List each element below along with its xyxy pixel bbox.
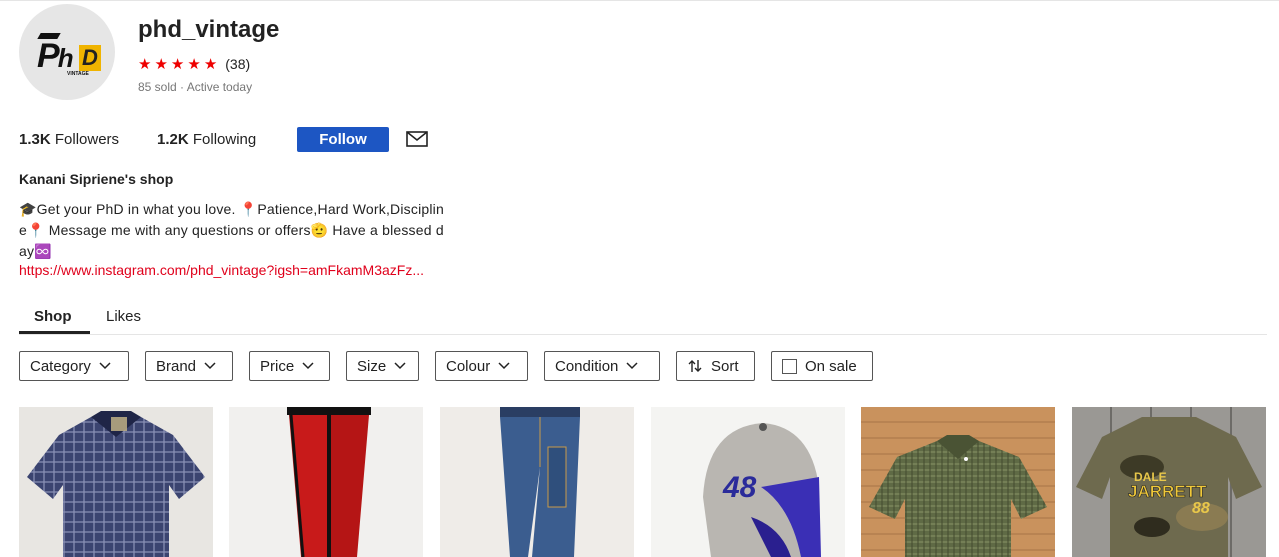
- on-sale-label: On sale: [805, 357, 857, 375]
- product-image: 48: [651, 407, 845, 557]
- product-48-racing-cap[interactable]: 48: [651, 407, 845, 557]
- product-dale-jarrett-camo-tee[interactable]: DALE JARRETT 88: [1072, 407, 1266, 557]
- tab-likes[interactable]: Likes: [106, 308, 141, 325]
- sort-icon: [688, 360, 702, 372]
- mail-icon[interactable]: [406, 131, 428, 147]
- star-icon: ★: [154, 56, 168, 73]
- follow-button[interactable]: Follow: [297, 127, 389, 152]
- sort-label: Sort: [711, 357, 739, 375]
- product-image: [440, 407, 634, 557]
- following-link[interactable]: 1.2K Following: [157, 131, 256, 148]
- star-icon: ★: [203, 56, 218, 73]
- chevron-down-icon: [498, 362, 510, 370]
- phd-logo: Ph D VINTAGE: [27, 27, 107, 77]
- followers-count: 1.3K: [19, 131, 51, 148]
- shop-tabs: Shop Likes: [19, 300, 1267, 335]
- chevron-down-icon: [394, 362, 406, 370]
- filter-size[interactable]: Size: [346, 351, 419, 381]
- filter-label: Brand: [156, 357, 197, 375]
- followers-label: Followers: [54, 131, 120, 148]
- on-sale-toggle[interactable]: On sale: [771, 351, 873, 381]
- shop-meta: 85 sold · Active today: [138, 80, 253, 94]
- shop-avatar[interactable]: Ph D VINTAGE: [19, 4, 115, 100]
- product-plaid-polo[interactable]: [19, 407, 213, 557]
- product-image: DALE JARRETT 88: [1072, 407, 1266, 557]
- filter-colour[interactable]: Colour: [435, 351, 528, 381]
- bio-line: e📍 Message me with any questions or offe…: [19, 222, 444, 238]
- filter-label: Category: [30, 357, 91, 375]
- chevron-down-icon: [302, 362, 314, 370]
- shop-bio: 🎓Get your PhD in what you love. 📍Patienc…: [19, 199, 519, 262]
- product-green-check-shirt[interactable]: [861, 407, 1055, 557]
- on-sale-checkbox[interactable]: [782, 358, 797, 374]
- bio-line: 🎓Get your PhD in what you love. 📍Patienc…: [19, 201, 444, 217]
- product-image: [861, 407, 1055, 557]
- product-carpenter-jeans[interactable]: [440, 407, 634, 557]
- tab-shop[interactable]: Shop: [34, 308, 72, 325]
- sort-button[interactable]: Sort: [676, 351, 755, 381]
- filter-label: Size: [357, 357, 387, 375]
- shop-username[interactable]: phd_vintage: [138, 16, 279, 44]
- product-red-track-pants[interactable]: [229, 407, 423, 557]
- rating-count: (38): [225, 56, 251, 72]
- product-image: [229, 407, 423, 557]
- product-image: [19, 407, 213, 557]
- filter-label: Price: [260, 357, 295, 375]
- bio-line: ay♾️: [19, 243, 52, 259]
- svg-text:48: 48: [722, 471, 757, 504]
- shop-rating[interactable]: ★ ★ ★ ★ ★ (38): [138, 55, 250, 73]
- following-count: 1.2K: [157, 131, 189, 148]
- chevron-down-icon: [204, 362, 216, 370]
- shop-owner-name: Kanani Sipriene's shop: [19, 171, 174, 187]
- followers-link[interactable]: 1.3K Followers: [19, 131, 119, 148]
- filter-brand[interactable]: Brand: [145, 351, 233, 381]
- star-icon: ★: [138, 56, 152, 73]
- filter-condition[interactable]: Condition: [544, 351, 660, 381]
- chevron-down-icon: [99, 362, 111, 370]
- star-icon: ★: [187, 56, 201, 73]
- active-tab-indicator: [19, 331, 90, 334]
- top-divider: [0, 0, 1279, 1]
- filter-price[interactable]: Price: [249, 351, 330, 381]
- filter-label: Colour: [446, 357, 491, 375]
- instagram-link[interactable]: https://www.instagram.com/phd_vintage?ig…: [19, 262, 424, 278]
- star-icon: ★: [170, 56, 185, 73]
- svg-text:88: 88: [1192, 500, 1210, 517]
- chevron-down-icon: [626, 362, 638, 370]
- svg-text:JARRETT: JARRETT: [1128, 482, 1207, 501]
- filter-label: Condition: [555, 357, 619, 375]
- filter-category[interactable]: Category: [19, 351, 129, 381]
- following-label: Following: [192, 131, 257, 148]
